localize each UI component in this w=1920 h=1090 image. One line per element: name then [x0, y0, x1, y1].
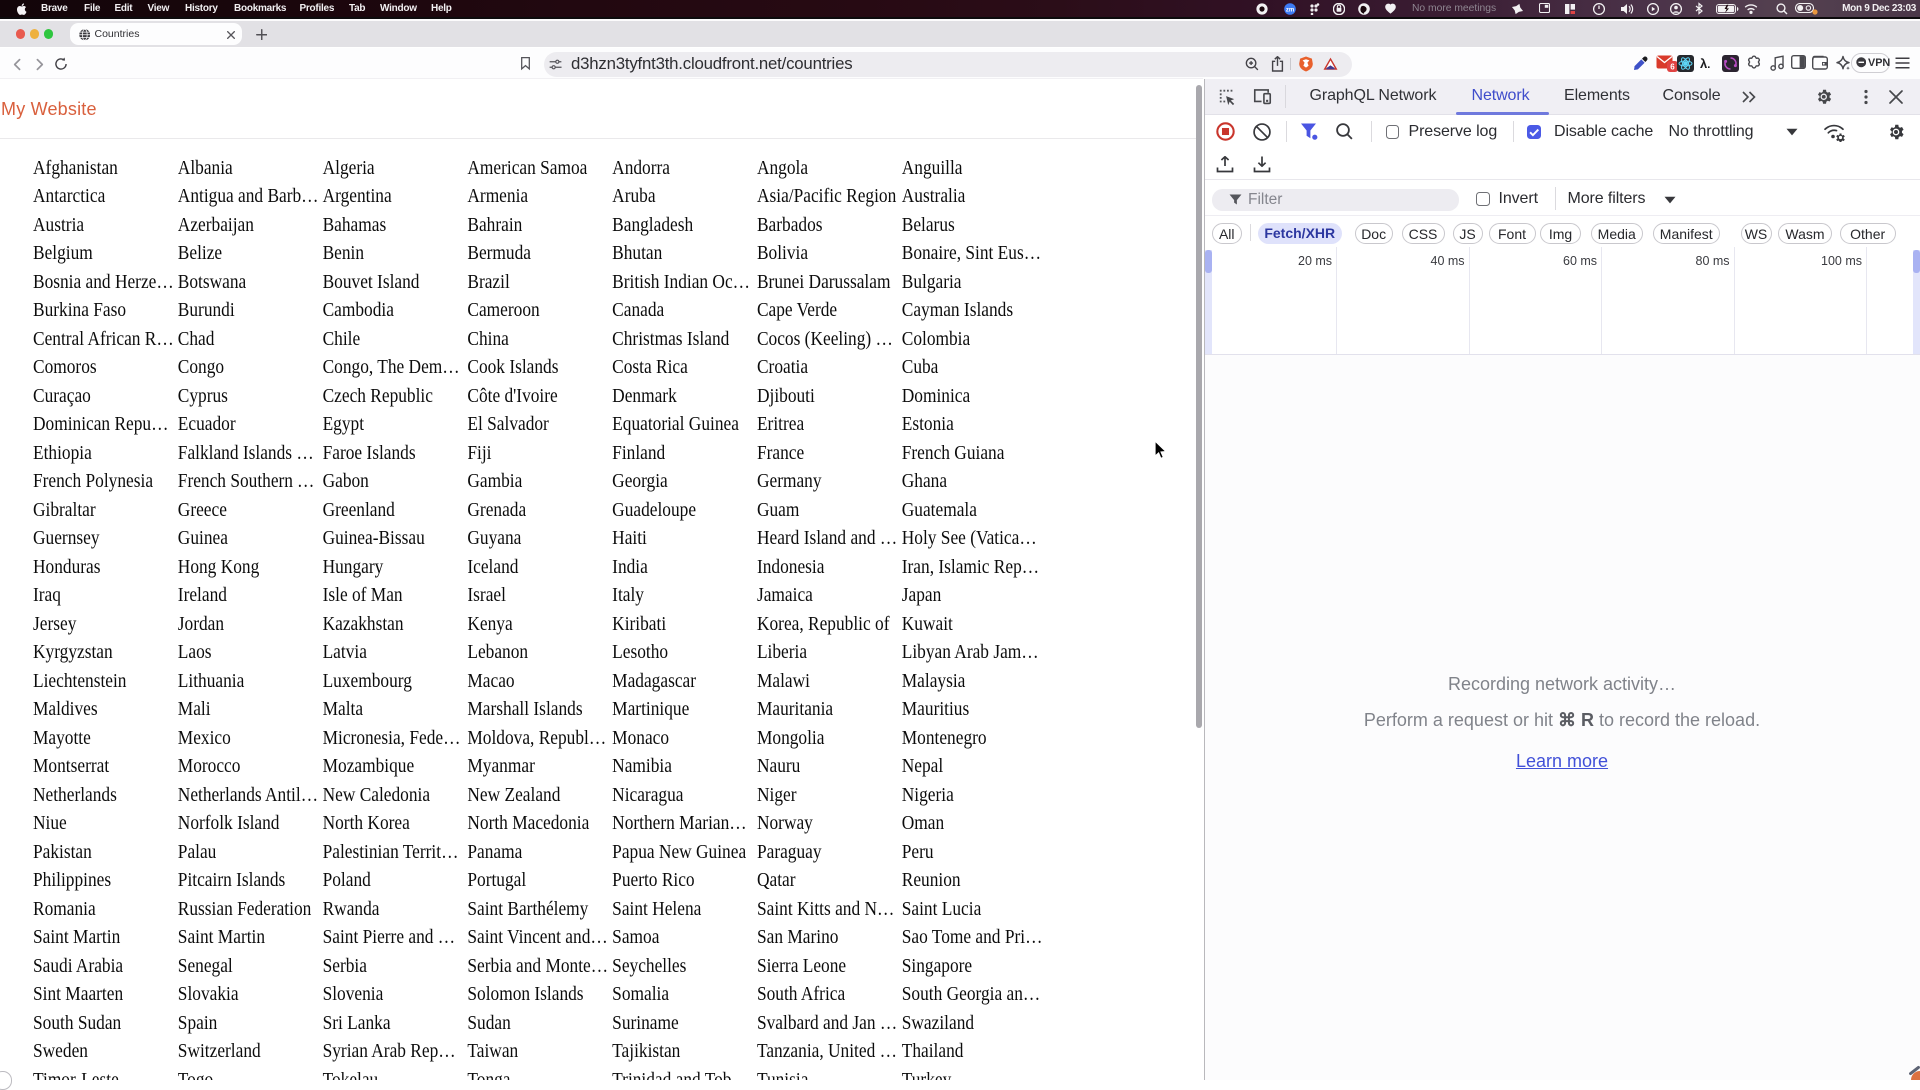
svg-text:zm: zm: [1286, 7, 1294, 13]
svg-text:6: 6: [1670, 62, 1675, 71]
